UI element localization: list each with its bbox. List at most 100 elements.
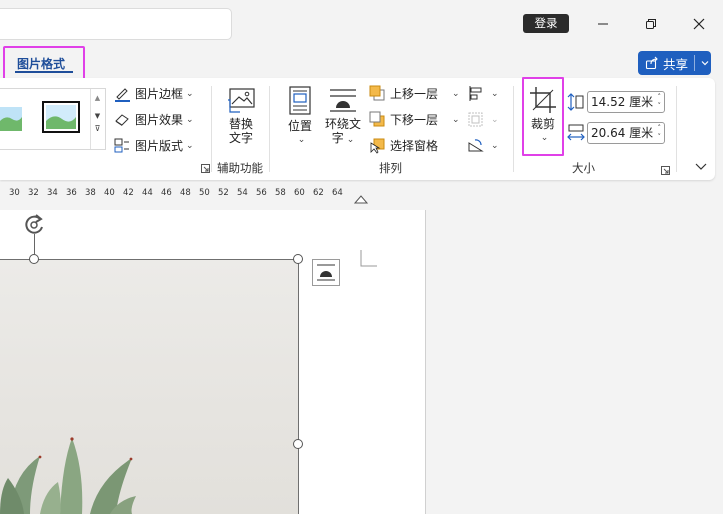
picture-border-label: 图片边框 bbox=[135, 87, 184, 101]
rotate-icon bbox=[468, 139, 484, 152]
horizontal-ruler: 30 32 34 36 38 40 42 44 46 48 50 52 54 5… bbox=[0, 182, 368, 204]
close-button[interactable] bbox=[679, 10, 719, 38]
gallery-down-arrow-icon[interactable]: ▼ bbox=[91, 112, 104, 120]
gallery-scroll[interactable]: ▲ ▼ ⊽ bbox=[90, 89, 104, 149]
ruler-tick: 48 bbox=[180, 188, 191, 198]
crop-highlight bbox=[522, 77, 564, 156]
ruler-tick: 64 bbox=[332, 188, 343, 198]
ruler-tick: 50 bbox=[199, 188, 210, 198]
send-backward-label: 下移一层 bbox=[390, 113, 439, 127]
page-edge bbox=[425, 210, 426, 514]
ruler-tick: 42 bbox=[123, 188, 134, 198]
picture-effects-label: 图片效果 bbox=[135, 113, 184, 127]
minimize-button[interactable] bbox=[583, 10, 623, 38]
selection-pane-button[interactable]: 选择窗格 bbox=[369, 137, 438, 154]
align-button[interactable]: ⌄ bbox=[467, 85, 499, 102]
tab-row: 图片格式 共享 bbox=[0, 46, 723, 80]
picture-border-button[interactable]: 图片边框 ⌄ bbox=[114, 85, 194, 102]
bring-forward-label: 上移一层 bbox=[390, 87, 439, 101]
chevron-down-icon[interactable] bbox=[700, 58, 710, 68]
login-button[interactable]: 登录 bbox=[523, 14, 569, 33]
height-value: 14.52 厘米 bbox=[591, 95, 654, 109]
wrap-text-label-1: 环绕文 bbox=[324, 117, 361, 131]
share-label: 共享 bbox=[663, 56, 689, 72]
selection-pane-icon bbox=[370, 138, 385, 154]
search-box[interactable] bbox=[0, 8, 232, 40]
ruler-tick: 54 bbox=[237, 188, 248, 198]
active-tab-underline bbox=[15, 71, 73, 73]
height-icon bbox=[567, 93, 584, 111]
tab-picture-format-label: 图片格式 bbox=[17, 57, 66, 71]
dialog-launcher-icon[interactable] bbox=[661, 166, 670, 175]
width-input[interactable]: 20.64 厘米 ˄ ˅ bbox=[587, 122, 665, 144]
margin-corner-icon bbox=[360, 250, 377, 267]
picture-style-thumb-2[interactable] bbox=[42, 101, 82, 135]
size-group-label: 大小 bbox=[572, 161, 595, 175]
position-button[interactable]: 位置 ⌄ bbox=[283, 86, 317, 147]
restore-button[interactable] bbox=[631, 10, 671, 38]
alt-text-button[interactable]: 替换 文字 bbox=[222, 86, 260, 145]
wrap-text-button[interactable]: 环绕文 字 ⌄ bbox=[323, 86, 363, 147]
layout-options-button[interactable] bbox=[312, 259, 340, 286]
position-icon bbox=[289, 86, 311, 115]
restore-icon bbox=[646, 19, 656, 29]
chevron-down-icon: ⌄ bbox=[491, 140, 499, 151]
collapse-ribbon-icon[interactable] bbox=[695, 162, 707, 172]
ruler-tick: 40 bbox=[104, 188, 115, 198]
picture-style-thumb-1[interactable] bbox=[0, 105, 24, 133]
width-spinner[interactable]: ˄ ˅ bbox=[658, 124, 662, 142]
title-bar: 登录 bbox=[0, 0, 723, 46]
alt-text-icon bbox=[228, 88, 255, 113]
resize-handle-top-right[interactable] bbox=[293, 254, 303, 264]
rotate-handle-icon[interactable] bbox=[22, 213, 48, 237]
chevron-down-icon: ⌄ bbox=[452, 88, 460, 99]
resize-handle-right[interactable] bbox=[293, 439, 303, 449]
group-objects-button[interactable]: ⌄ bbox=[467, 111, 499, 128]
wrap-text-icon bbox=[330, 89, 356, 112]
ruler-tick: 62 bbox=[313, 188, 324, 198]
layout-options-icon bbox=[317, 264, 335, 281]
group-divider bbox=[676, 86, 677, 172]
ruler-tick: 32 bbox=[28, 188, 39, 198]
height-input[interactable]: 14.52 厘米 ˄ ˅ bbox=[587, 91, 665, 113]
ruler-tick: 36 bbox=[66, 188, 77, 198]
width-value: 20.64 厘米 bbox=[591, 126, 654, 140]
right-indent-marker-icon[interactable] bbox=[354, 194, 368, 204]
ruler-tick: 34 bbox=[47, 188, 58, 198]
group-divider bbox=[269, 86, 270, 172]
ruler-tick: 46 bbox=[161, 188, 172, 198]
group-objects-icon bbox=[468, 112, 483, 127]
ruler-tick: 38 bbox=[85, 188, 96, 198]
picture-layout-button[interactable]: 图片版式 ⌄ bbox=[114, 137, 194, 154]
arrange-group-label: 排列 bbox=[379, 161, 402, 175]
ruler-tick: 56 bbox=[256, 188, 267, 198]
image-selection-frame bbox=[0, 259, 299, 514]
gallery-up-arrow-icon[interactable]: ▲ bbox=[91, 94, 104, 102]
chevron-down-icon: ⌄ bbox=[186, 114, 194, 125]
bring-forward-button[interactable]: 上移一层 ⌄ bbox=[369, 85, 460, 102]
width-icon bbox=[567, 124, 585, 141]
send-backward-icon bbox=[369, 111, 385, 127]
height-spinner[interactable]: ˄ ˅ bbox=[658, 93, 662, 111]
rotate-connector bbox=[34, 234, 35, 254]
resize-handle-top-left[interactable] bbox=[29, 254, 39, 264]
rotate-button[interactable]: ⌄ bbox=[467, 137, 499, 154]
share-button[interactable]: 共享 bbox=[638, 51, 711, 75]
send-backward-button[interactable]: 下移一层 ⌄ bbox=[369, 111, 460, 128]
close-icon bbox=[693, 18, 705, 30]
picture-layout-icon bbox=[114, 138, 129, 153]
picture-layout-label: 图片版式 bbox=[135, 139, 184, 153]
chevron-down-icon: ⌄ bbox=[452, 114, 460, 125]
picture-styles-gallery: ▲ ▼ ⊽ bbox=[0, 88, 106, 150]
share-icon bbox=[645, 56, 658, 70]
accessibility-group-label: 辅助功能 bbox=[217, 161, 263, 175]
gallery-more-icon[interactable]: ⊽ bbox=[91, 124, 104, 133]
dialog-launcher-icon[interactable] bbox=[201, 164, 210, 173]
selection-pane-label: 选择窗格 bbox=[390, 139, 439, 153]
align-icon bbox=[469, 86, 482, 101]
minimize-icon bbox=[598, 23, 608, 25]
picture-effects-button[interactable]: 图片效果 ⌄ bbox=[114, 111, 194, 128]
share-divider bbox=[694, 55, 696, 71]
ruler-tick: 58 bbox=[275, 188, 286, 198]
tab-picture-format[interactable]: 图片格式 bbox=[3, 46, 85, 80]
